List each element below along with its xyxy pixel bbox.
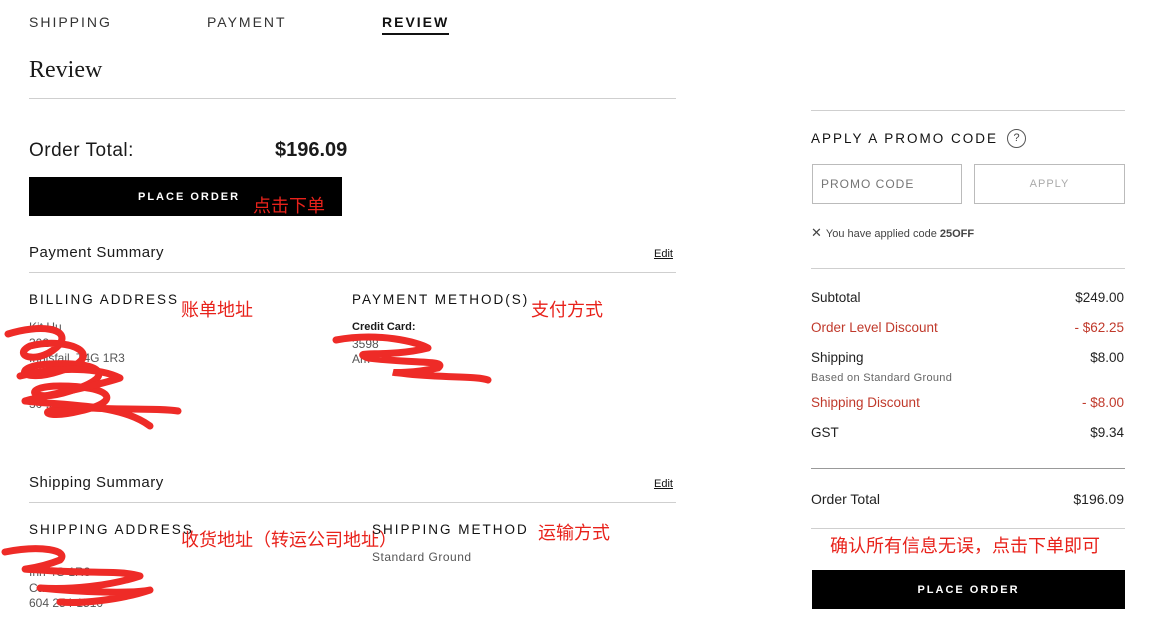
shipping-method-heading: SHIPPING METHOD (372, 522, 529, 537)
shipping-label: Shipping (811, 350, 864, 365)
divider (811, 528, 1125, 529)
summary-total-value: $196.09 (1073, 491, 1124, 507)
redaction-scribble (4, 325, 182, 430)
subtotal-label: Subtotal (811, 290, 861, 305)
redaction-scribble (1, 545, 154, 606)
order-discount-value: - $62.25 (1074, 320, 1124, 335)
divider (811, 468, 1125, 469)
close-icon[interactable]: ✕ (811, 225, 822, 240)
shipping-discount-label: Shipping Discount (811, 395, 920, 410)
shipping-summary-title: Shipping Summary (29, 474, 164, 491)
payment-edit-link[interactable]: Edit (654, 248, 673, 260)
annotation-place-order: 点击下单 (253, 196, 325, 217)
order-total-value: $196.09 (275, 139, 348, 161)
step-payment[interactable]: PAYMENT (207, 14, 287, 30)
applied-code-text: You have applied code (825, 228, 937, 240)
annotation-confirm: 确认所有信息无误，点击下单即可 (830, 536, 1100, 557)
payment-method-heading: PAYMENT METHOD(S) (352, 292, 530, 307)
shipping-method-value: Standard Ground (372, 550, 472, 564)
promo-code-input[interactable] (812, 164, 962, 204)
shipping-value: $8.00 (1090, 350, 1124, 365)
promo-title: APPLY A PROMO CODE (811, 131, 999, 146)
subtotal-value: $249.00 (1075, 290, 1124, 305)
annotation-shipping-address: 收货地址（转运公司地址） (181, 530, 397, 551)
divider (29, 98, 676, 99)
order-total-label: Order Total: (29, 140, 134, 161)
help-icon[interactable]: ? (1007, 129, 1026, 148)
shipping-address-heading: SHIPPING ADDRESS (29, 522, 194, 537)
step-shipping[interactable]: SHIPPING (29, 14, 112, 30)
payment-summary-title: Payment Summary (29, 244, 165, 261)
place-order-label: PLACE ORDER (917, 583, 1020, 596)
step-review: REVIEW (382, 14, 450, 35)
shipping-discount-value: - $8.00 (1081, 395, 1124, 410)
annotation-shipping-method: 运输方式 (538, 523, 610, 544)
apply-button[interactable]: APPLY (974, 164, 1125, 204)
order-discount-label: Order Level Discount (811, 320, 938, 335)
annotation-billing: 账单地址 (181, 300, 253, 321)
divider (29, 272, 676, 273)
shipping-note: Based on Standard Ground (811, 372, 953, 384)
divider (811, 268, 1125, 269)
gst-label: GST (811, 425, 839, 440)
place-order-label: PLACE ORDER (138, 190, 241, 203)
annotation-payment-method: 支付方式 (531, 300, 603, 321)
page-title: Review (29, 57, 103, 83)
shipping-edit-link[interactable]: Edit (654, 478, 673, 490)
billing-address-heading: BILLING ADDRESS (29, 292, 180, 307)
summary-total-label: Order Total (811, 491, 880, 507)
redaction-scribble (332, 333, 492, 384)
divider (29, 502, 676, 503)
gst-value: $9.34 (1090, 425, 1124, 440)
applied-code: 25OFF (939, 228, 975, 240)
divider (811, 110, 1125, 111)
applied-code-row: ✕ You have applied code 25OFF (811, 225, 974, 241)
place-order-button-bottom[interactable]: PLACE ORDER (812, 570, 1125, 609)
